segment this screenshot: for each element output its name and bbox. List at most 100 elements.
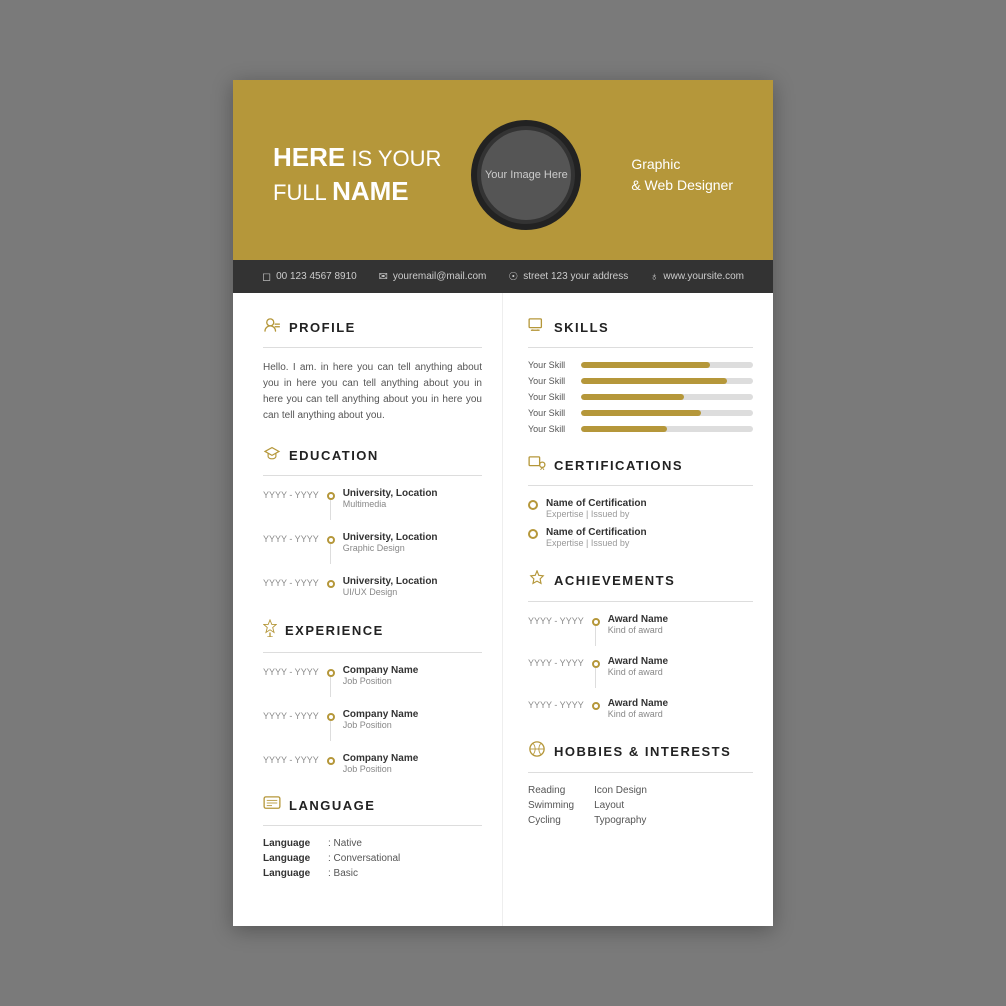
hobby-item: Cycling xyxy=(528,815,574,826)
edu-content: University, Location UI/UX Design xyxy=(343,576,438,597)
hobby-item: Typography xyxy=(594,815,647,826)
skill-bar-fill xyxy=(581,362,710,368)
experience-divider xyxy=(263,652,482,653)
achievements-icon xyxy=(528,570,546,591)
certification-item: Name of Certification Expertise | Issued… xyxy=(528,527,753,548)
experience-icon xyxy=(263,619,277,642)
experience-item: YYYY - YYYY Company Name Job Position xyxy=(263,709,482,741)
skill-bar-bg xyxy=(581,394,753,400)
skills-icon xyxy=(528,318,546,337)
exp-date: YYYY - YYYY xyxy=(263,709,319,721)
skills-section-label: SKILLS xyxy=(554,320,609,335)
hobbies-col2: Icon Design Layout Typography xyxy=(594,785,647,826)
cert-dot xyxy=(528,500,538,510)
certifications-title: CERTIFICATIONS xyxy=(528,456,753,475)
certifications-list: Name of Certification Expertise | Issued… xyxy=(528,498,753,548)
skill-bar-bg xyxy=(581,410,753,416)
hobbies-section: HOBBIES & INTERESTS Reading Swimming Cycli… xyxy=(528,741,753,826)
profile-section: PROFILE Hello. I am. in here you can tel… xyxy=(263,318,482,424)
achievements-title: ACHIEVEMENTS xyxy=(528,570,753,591)
header-section: HERE IS YOURFULL NAME Your Image Here Gr… xyxy=(233,80,773,260)
skills-divider xyxy=(528,347,753,348)
contact-email: ✉ youremail@mail.com xyxy=(379,270,487,283)
skill-item: Your Skill xyxy=(528,408,753,418)
exp-content: Company Name Job Position xyxy=(343,709,419,730)
education-icon xyxy=(263,446,281,465)
skills-title: SKILLS xyxy=(528,318,753,337)
resume-document: HERE IS YOURFULL NAME Your Image Here Gr… xyxy=(233,80,773,926)
edu-date: YYYY - YYYY xyxy=(263,576,319,588)
experience-item: YYYY - YYYY Company Name Job Position xyxy=(263,665,482,697)
name-bold: HERE xyxy=(273,142,345,172)
email-icon: ✉ xyxy=(379,270,388,283)
right-column: SKILLS Your Skill Your Skill Your Skill … xyxy=(503,293,773,926)
skill-item: Your Skill xyxy=(528,424,753,434)
education-item: YYYY - YYYY University, Location UI/UX D… xyxy=(263,576,482,597)
exp-content: Company Name Job Position xyxy=(343,753,419,774)
header-photo-wrapper: Your Image Here xyxy=(471,120,581,230)
hobby-item: Reading xyxy=(528,785,574,796)
education-item: YYYY - YYYY University, Location Multime… xyxy=(263,488,482,520)
language-divider xyxy=(263,825,482,826)
hobby-item: Icon Design xyxy=(594,785,647,796)
skill-bar-fill xyxy=(581,378,727,384)
certifications-divider xyxy=(528,485,753,486)
language-title: LANGUAGE xyxy=(263,796,482,815)
edu-content: University, Location Graphic Design xyxy=(343,532,438,553)
exp-date: YYYY - YYYY xyxy=(263,665,319,677)
certification-item: Name of Certification Expertise | Issued… xyxy=(528,498,753,519)
edu-content: University, Location Multimedia xyxy=(343,488,438,509)
achieve-date: YYYY - YYYY xyxy=(528,698,584,710)
achievements-divider xyxy=(528,601,753,602)
experience-section-label: EXPERIENCE xyxy=(285,623,384,638)
skill-item: Your Skill xyxy=(528,360,753,370)
header-job-title: Graphic & Web Designer xyxy=(611,154,733,196)
achievements-section-label: ACHIEVEMENTS xyxy=(554,573,675,588)
language-list: Language : Native Language : Conversatio… xyxy=(263,838,482,879)
education-list: YYYY - YYYY University, Location Multime… xyxy=(263,488,482,597)
skill-item: Your Skill xyxy=(528,392,753,402)
achievement-item: YYYY - YYYY Award Name Kind of award xyxy=(528,614,753,646)
skills-list: Your Skill Your Skill Your Skill Your Sk… xyxy=(528,360,753,434)
exp-date: YYYY - YYYY xyxy=(263,753,319,765)
achieve-date: YYYY - YYYY xyxy=(528,614,584,626)
timeline-dot xyxy=(327,492,335,500)
skill-bar-bg xyxy=(581,362,753,368)
hobbies-col1: Reading Swimming Cycling xyxy=(528,785,574,826)
hobby-item: Swimming xyxy=(528,800,574,811)
achieve-content: Award Name Kind of award xyxy=(608,698,668,719)
achieve-content: Award Name Kind of award xyxy=(608,614,668,635)
skill-bar-fill xyxy=(581,410,701,416)
timeline-dot xyxy=(592,660,600,668)
skill-bar-bg xyxy=(581,378,753,384)
language-section-label: LANGUAGE xyxy=(289,798,375,813)
certifications-section-label: CERTIFICATIONS xyxy=(554,458,683,473)
timeline-dot xyxy=(327,757,335,765)
timeline-dot xyxy=(327,713,335,721)
hobbies-section-label: HOBBIES & INTERESTS xyxy=(554,744,731,759)
web-icon: ♁ xyxy=(650,271,658,283)
timeline-dot xyxy=(327,669,335,677)
achievements-list: YYYY - YYYY Award Name Kind of award YYY… xyxy=(528,614,753,719)
achieve-content: Award Name Kind of award xyxy=(608,656,668,677)
profile-section-label: PROFILE xyxy=(289,320,356,335)
hobbies-title: HOBBIES & INTERESTS xyxy=(528,741,753,762)
cert-dot xyxy=(528,529,538,539)
skill-bar-fill xyxy=(581,394,684,400)
hobby-item: Layout xyxy=(594,800,647,811)
timeline-dot xyxy=(327,580,335,588)
hobbies-grid: Reading Swimming Cycling Icon Design Layout… xyxy=(528,785,753,826)
skill-bar-bg xyxy=(581,426,753,432)
photo-outer-ring: Your Image Here xyxy=(471,120,581,230)
timeline-dot xyxy=(592,702,600,710)
education-title: EDUCATION xyxy=(263,446,482,465)
experience-list: YYYY - YYYY Company Name Job Position YY… xyxy=(263,665,482,774)
edu-date: YYYY - YYYY xyxy=(263,488,319,500)
language-item: Language : Conversational xyxy=(263,853,482,864)
language-item: Language : Basic xyxy=(263,868,482,879)
skill-bar-fill xyxy=(581,426,667,432)
skills-section: SKILLS Your Skill Your Skill Your Skill … xyxy=(528,318,753,434)
contact-website: ♁ www.yoursite.com xyxy=(650,271,744,283)
profile-icon xyxy=(263,318,281,337)
education-section: EDUCATION YYYY - YYYY University, Locati… xyxy=(263,446,482,597)
